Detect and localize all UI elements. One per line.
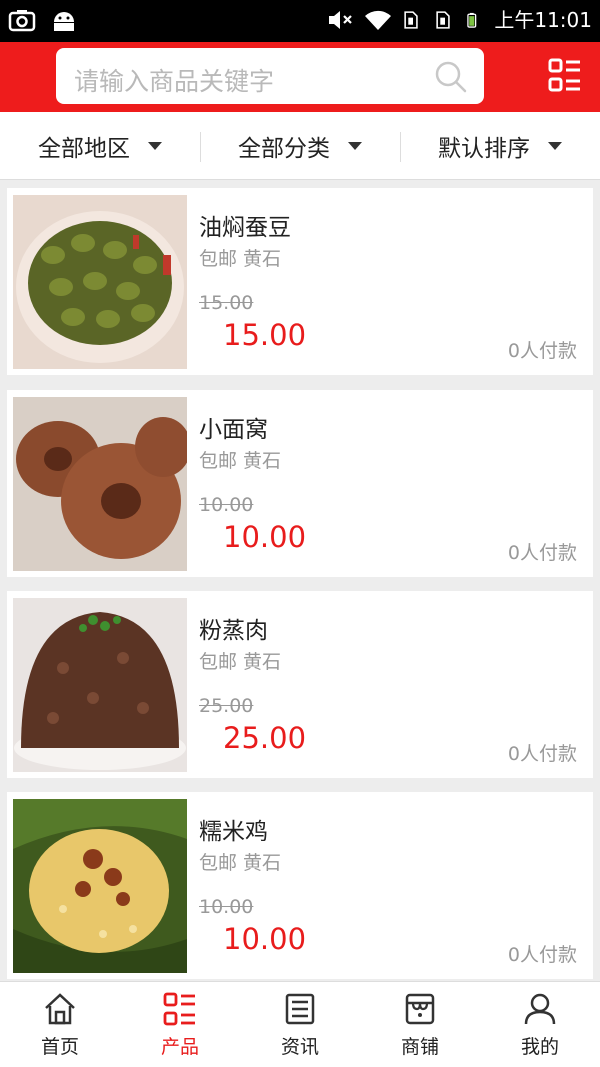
- menu-grid-icon[interactable]: [548, 58, 582, 92]
- sim2-icon: [436, 11, 451, 29]
- original-price: 15.00: [199, 292, 254, 314]
- caret-down-icon: [348, 142, 362, 150]
- tab-products[interactable]: 产品: [120, 982, 240, 1067]
- news-icon: [285, 993, 315, 1025]
- screenshot-icon: [8, 10, 36, 32]
- search-icon[interactable]: [434, 60, 468, 94]
- filter-label: 全部地区: [38, 136, 130, 162]
- tab-me[interactable]: 我的: [480, 982, 600, 1067]
- product-image: [13, 195, 187, 369]
- product-card[interactable]: 粉蒸肉 包邮 黄石 25.00 25.00 0人付款: [7, 591, 593, 778]
- sale-price: 15.00: [223, 318, 307, 352]
- home-icon: [45, 993, 75, 1025]
- tab-label: 产品: [160, 1036, 199, 1058]
- search-placeholder: 请输入商品关键字: [74, 67, 275, 96]
- original-price: 25.00: [199, 695, 254, 717]
- product-list-icon: [163, 992, 195, 1026]
- filter-label: 默认排序: [438, 136, 530, 162]
- header: 请输入商品关键字: [0, 42, 600, 112]
- paid-count: 0人付款: [507, 542, 577, 564]
- tab-news[interactable]: 资讯: [240, 982, 360, 1067]
- product-card[interactable]: 油焖蚕豆 包邮 黄石 15.00 15.00 0人付款: [7, 188, 593, 375]
- caret-down-icon: [548, 142, 562, 150]
- product-name: 小面窝: [199, 417, 268, 443]
- product-image: [13, 598, 187, 772]
- product-name: 糯米鸡: [199, 819, 268, 845]
- original-price: 10.00: [199, 494, 254, 516]
- clock: 上午11:01: [494, 8, 592, 32]
- status-bar: 上午11:01: [0, 0, 600, 42]
- product-tag: 包邮 黄石: [199, 450, 282, 472]
- caret-down-icon: [148, 142, 162, 150]
- product-tag: 包邮 黄石: [199, 852, 282, 874]
- tab-label: 资讯: [280, 1036, 319, 1058]
- search-input[interactable]: 请输入商品关键字: [56, 48, 484, 104]
- tab-label: 我的: [520, 1036, 559, 1058]
- tab-label: 商铺: [400, 1036, 439, 1058]
- mute-icon: [329, 11, 353, 29]
- battery-icon: [467, 12, 477, 28]
- tab-home[interactable]: 首页: [0, 982, 120, 1067]
- sale-price: 10.00: [223, 922, 307, 956]
- user-icon: [524, 993, 556, 1025]
- paid-count: 0人付款: [507, 944, 577, 966]
- product-card[interactable]: 糯米鸡 包邮 黄石 10.00 10.00 0人付款: [7, 792, 593, 979]
- filter-sort[interactable]: 默认排序: [400, 112, 600, 180]
- shop-icon: [405, 993, 435, 1025]
- sale-price: 10.00: [223, 520, 307, 554]
- wifi-icon: [365, 10, 392, 30]
- paid-count: 0人付款: [507, 743, 577, 765]
- sale-price: 25.00: [223, 721, 307, 755]
- sim1-icon: [404, 11, 419, 29]
- tab-shop[interactable]: 商铺: [360, 982, 480, 1067]
- filter-bar: 全部地区 全部分类 默认排序: [0, 112, 600, 180]
- product-name: 粉蒸肉: [199, 618, 268, 644]
- paid-count: 0人付款: [507, 340, 577, 362]
- bottom-tab-bar: 首页 产品 资讯 商铺 我的: [0, 981, 600, 1067]
- filter-category[interactable]: 全部分类: [200, 112, 400, 180]
- product-tag: 包邮 黄石: [199, 651, 282, 673]
- product-card[interactable]: 小面窝 包邮 黄石 10.00 10.00 0人付款: [7, 390, 593, 577]
- product-name: 油焖蚕豆: [199, 215, 291, 241]
- tab-label: 首页: [40, 1036, 79, 1058]
- product-image: [13, 799, 187, 973]
- product-image: [13, 397, 187, 571]
- filter-label: 全部分类: [238, 136, 330, 162]
- android-icon: [54, 12, 74, 31]
- original-price: 10.00: [199, 896, 254, 918]
- product-tag: 包邮 黄石: [199, 248, 282, 270]
- filter-region[interactable]: 全部地区: [0, 112, 200, 180]
